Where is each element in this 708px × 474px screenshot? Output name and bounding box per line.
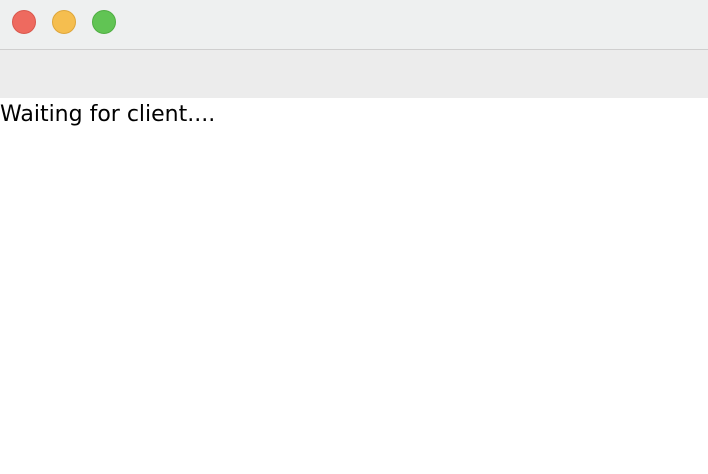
- status-text: Waiting for client....: [0, 102, 216, 127]
- app-window: Waiting for client....: [0, 0, 708, 474]
- content-area: Waiting for client....: [0, 98, 708, 474]
- minimize-button[interactable]: [52, 10, 76, 34]
- close-button[interactable]: [12, 10, 36, 34]
- toolbar: [0, 50, 708, 98]
- zoom-button[interactable]: [92, 10, 116, 34]
- title-bar[interactable]: [0, 0, 708, 50]
